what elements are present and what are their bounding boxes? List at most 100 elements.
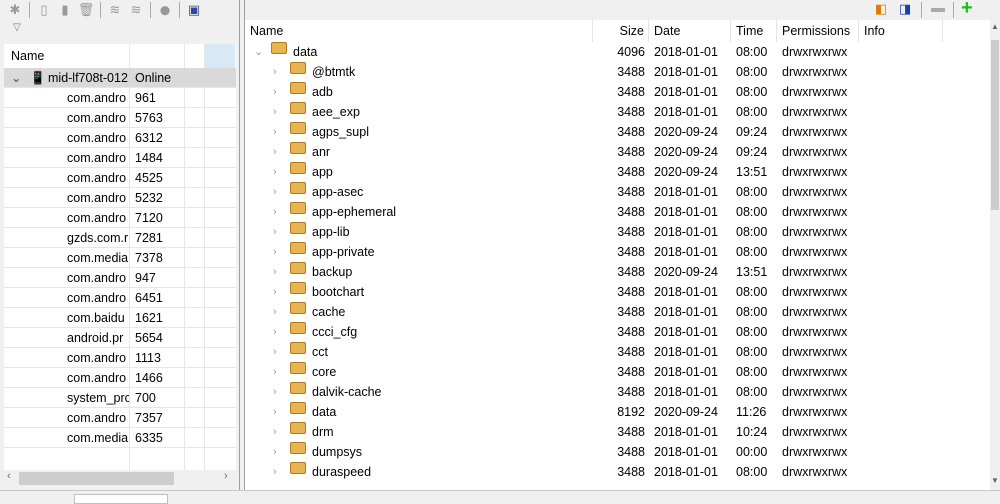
device-row[interactable]: ⌄ 📱 mid-lf708t-012 Online [4,68,236,88]
process-pid: 5763 [135,111,163,125]
expand-chevron-icon[interactable]: › [273,302,277,322]
collapse-chevron-icon[interactable]: ⌄ [254,42,263,62]
file-size: 3488 [617,65,645,79]
folder-row[interactable]: › backup 3488 2020-09-24 13:51 drwxrwxrw… [245,262,991,282]
expand-chevron-icon[interactable]: › [273,182,277,202]
folder-row[interactable]: › aee_exp 3488 2018-01-01 08:00 drwxrwxr… [245,102,991,122]
process-row[interactable]: com.andro 7120 [4,208,236,228]
file-size: 3488 [617,285,645,299]
process-row[interactable]: com.media 6335 [4,428,236,448]
screen-capture-icon[interactable]: ▣ [185,2,203,18]
process-row[interactable]: android.pr 5654 [4,328,236,348]
column-header-name[interactable]: Name [245,20,593,42]
expand-chevron-icon[interactable]: › [273,62,277,82]
column-header-info[interactable]: Info [859,20,943,42]
new-folder-icon[interactable]: + [961,0,973,20]
push-file-icon[interactable]: ◨ [899,1,911,17]
expand-chevron-icon[interactable]: › [273,402,277,422]
process-row[interactable]: com.andro 1466 [4,368,236,388]
scroll-thumb[interactable] [991,40,999,210]
folder-row[interactable]: › adb 3488 2018-01-01 08:00 drwxrwxrwx [245,82,991,102]
process-row[interactable]: com.baidu 1621 [4,308,236,328]
bottom-tab[interactable] [74,494,168,504]
devices-header: Name [4,44,236,68]
expand-chevron-icon[interactable]: › [273,382,277,402]
folder-row[interactable]: › dalvik-cache 3488 2018-01-01 08:00 drw… [245,382,991,402]
folder-row[interactable]: › agps_supl 3488 2020-09-24 09:24 drwxrw… [245,122,991,142]
folder-row[interactable]: › anr 3488 2020-09-24 09:24 drwxrwxrwx [245,142,991,162]
column-header-time[interactable]: Time [731,20,777,42]
folder-row[interactable]: › bootchart 3488 2018-01-01 08:00 drwxrw… [245,282,991,302]
expand-chevron-icon[interactable]: › [273,142,277,162]
view-menu-chevron-icon[interactable]: ▽ [13,22,21,33]
process-row[interactable]: com.andro 1113 [4,348,236,368]
column-header-date[interactable]: Date [649,20,731,42]
expand-chevron-icon[interactable]: › [273,262,277,282]
method-profile-icon[interactable]: ≋ [127,2,145,18]
folder-row[interactable]: › ccci_cfg 3488 2018-01-01 08:00 drwxrwx… [245,322,991,342]
folder-row[interactable]: › app-ephemeral 3488 2018-01-01 08:00 dr… [245,202,991,222]
folder-row[interactable]: › app 3488 2020-09-24 13:51 drwxrwxrwx [245,162,991,182]
expand-chevron-icon[interactable]: › [273,342,277,362]
process-row[interactable]: com.andro 5232 [4,188,236,208]
process-row[interactable]: gzds.com.r 7281 [4,228,236,248]
heap-dump-icon[interactable]: ▮ [56,2,74,18]
stop-icon[interactable]: ⬤ [156,2,174,18]
expand-chevron-icon[interactable]: › [273,422,277,442]
scroll-thumb[interactable] [19,472,174,485]
expand-chevron-icon[interactable]: › [273,362,277,382]
folder-row[interactable]: › dumpsys 3488 2018-01-01 00:00 drwxrwxr… [245,442,991,462]
horizontal-scrollbar[interactable]: ‹ › [4,470,236,487]
process-row[interactable]: com.andro 6451 [4,288,236,308]
process-pid: 947 [135,271,156,285]
expand-chevron-icon[interactable]: › [273,282,277,302]
folder-row[interactable]: › duraspeed 3488 2018-01-01 08:00 drwxrw… [245,462,991,482]
file-date: 2018-01-01 [654,85,718,99]
debug-icon[interactable]: ✱ [6,2,24,18]
expand-chevron-icon[interactable]: › [273,322,277,342]
process-row[interactable]: com.andro 5763 [4,108,236,128]
folder-row[interactable]: › cct 3488 2018-01-01 08:00 drwxrwxrwx [245,342,991,362]
expand-chevron-icon[interactable]: › [273,222,277,242]
delete-icon[interactable] [931,8,945,12]
process-row[interactable]: com.andro 947 [4,268,236,288]
expand-chevron-icon[interactable]: › [273,82,277,102]
process-row[interactable]: system_prc 700 [4,388,236,408]
process-row[interactable]: com.andro 961 [4,88,236,108]
process-row[interactable]: com.media 7378 [4,248,236,268]
folder-row[interactable]: › app-asec 3488 2018-01-01 08:00 drwxrwx… [245,182,991,202]
file-date: 2018-01-01 [654,245,718,259]
root-folder-row[interactable]: ⌄ data 4096 2018-01-01 08:00 drwxrwxrwx [245,42,991,62]
column-header-permissions[interactable]: Permissions [777,20,859,42]
expand-chevron-icon[interactable]: › [273,162,277,182]
file-permissions: drwxrwxrwx [782,105,848,119]
folder-row[interactable]: › cache 3488 2018-01-01 08:00 drwxrwxrwx [245,302,991,322]
vertical-scrollbar[interactable]: ▲ ▼ [990,20,1000,490]
file-permissions: drwxrwxrwx [782,285,848,299]
heap-update-icon[interactable]: ▯ [35,2,53,18]
process-row[interactable]: com.andro 4525 [4,168,236,188]
process-row[interactable]: com.andro 1484 [4,148,236,168]
pull-file-icon[interactable]: ◧ [875,1,887,17]
column-header-size[interactable]: Size [593,20,649,42]
collapse-chevron-icon[interactable]: ⌄ [11,68,21,88]
gc-icon[interactable]: 🗑 [77,2,95,18]
folder-row[interactable]: › @btmtk 3488 2018-01-01 08:00 drwxrwxrw… [245,62,991,82]
expand-chevron-icon[interactable]: › [273,202,277,222]
thread-update-icon[interactable]: ≋ [106,2,124,18]
folder-row[interactable]: › drm 3488 2018-01-01 10:24 drwxrwxrwx [245,422,991,442]
expand-chevron-icon[interactable]: › [273,102,277,122]
expand-chevron-icon[interactable]: › [273,242,277,262]
process-row[interactable]: com.andro 6312 [4,128,236,148]
expand-chevron-icon[interactable]: › [273,442,277,462]
process-row[interactable]: com.andro 7357 [4,408,236,428]
expand-chevron-icon[interactable]: › [273,122,277,142]
folder-row[interactable]: › data 8192 2020-09-24 11:26 drwxrwxrwx [245,402,991,422]
column-header-name[interactable]: Name [11,44,44,68]
folder-row[interactable]: › core 3488 2018-01-01 08:00 drwxrwxrwx [245,362,991,382]
file-date: 2020-09-24 [654,145,718,159]
folder-row[interactable]: › app-lib 3488 2018-01-01 08:00 drwxrwxr… [245,222,991,242]
expand-chevron-icon[interactable]: › [273,462,277,482]
file-name: cct [312,345,328,359]
folder-row[interactable]: › app-private 3488 2018-01-01 08:00 drwx… [245,242,991,262]
